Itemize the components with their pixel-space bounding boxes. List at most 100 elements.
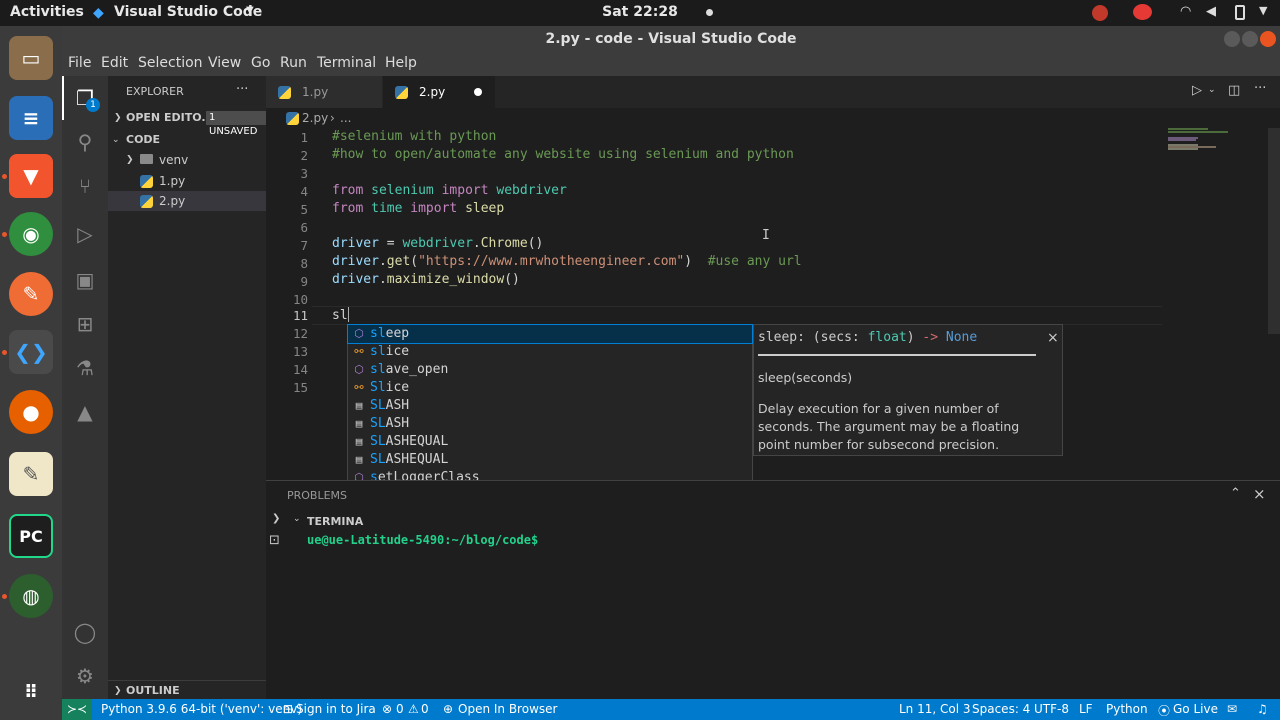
close-icon[interactable]: × [1047, 330, 1059, 346]
mouse-ibeam-icon: I [762, 228, 770, 243]
writer-icon[interactable]: ≡ [9, 96, 53, 140]
show-apps-icon[interactable]: ⠿ [9, 670, 53, 714]
run-debug-icon[interactable]: ▷ [73, 222, 97, 246]
open-editors-section[interactable]: ❯ OPEN EDITO... 1 UNSAVED [108, 108, 266, 137]
menu-edit[interactable]: Edit [101, 55, 128, 71]
unsaved-dot-icon[interactable] [474, 88, 482, 96]
close-panel-icon[interactable]: × [1253, 485, 1266, 503]
suggestion-item[interactable]: ⬡ sleep [347, 324, 753, 344]
python-file-icon [278, 86, 291, 99]
postman-icon[interactable]: ✎ [9, 272, 53, 316]
search-icon[interactable]: ⚲ [73, 130, 97, 154]
python-interpreter[interactable]: Python 3.9.6 64-bit ('venv': venv) [101, 702, 302, 716]
broadcast-icon: ⦿ [1158, 704, 1171, 718]
indentation[interactable]: Spaces: 4 [972, 702, 1030, 716]
code-line-4: from selenium import webdriver [332, 183, 567, 198]
terminal-icon[interactable]: ⊡ [269, 533, 280, 548]
firefox-icon[interactable]: ● [9, 390, 53, 434]
line-number: 2 [300, 148, 308, 163]
open-in-browser[interactable]: Open In Browser [458, 702, 557, 716]
menu-terminal[interactable]: Terminal [317, 55, 376, 71]
run-file-icon[interactable]: ▷ [1192, 83, 1202, 98]
close-window-button[interactable] [1260, 31, 1276, 47]
menu-help[interactable]: Help [385, 55, 417, 71]
suggestion-item[interactable]: ▤ SLASHEQUAL [348, 451, 752, 469]
language-mode[interactable]: Python [1106, 702, 1148, 716]
end-of-line[interactable]: LF [1079, 702, 1093, 716]
jira-sign-in[interactable]: Sign in to Jira [296, 702, 376, 716]
jira-icon[interactable]: ▲ [73, 400, 97, 424]
suggestion-item[interactable]: ⚯ slice [348, 343, 752, 361]
chevron-right-icon[interactable]: ❯ [272, 513, 280, 524]
tab-2py[interactable]: 2.py [383, 76, 495, 108]
tab-problems[interactable]: PROBLEMS [287, 489, 347, 502]
volume-icon[interactable]: ◀ [1206, 4, 1216, 19]
maximize-panel-chevron-icon[interactable]: ⌃ [1230, 486, 1241, 501]
terminal-prompt: ue@ue-Latitude-5490:~/blog/code$ [307, 533, 539, 547]
chevron-down-icon[interactable]: ⌄ [293, 514, 301, 524]
warning-count[interactable]: 0 [421, 702, 429, 716]
suggestion-item[interactable]: ▤ SLASH [348, 415, 752, 433]
menu-run[interactable]: Run [280, 55, 307, 71]
source-control-icon[interactable]: ⑂ [73, 174, 97, 198]
constant-icon: ▤ [355, 399, 363, 412]
divider [758, 354, 1036, 356]
battery-icon[interactable] [1235, 5, 1245, 20]
cursor-position[interactable]: Ln 11, Col 3 [899, 702, 971, 716]
tab-1py[interactable]: 1.py [266, 76, 382, 108]
terminal-section-label[interactable]: TERMINA [307, 515, 363, 528]
outline-section[interactable]: ❯ OUTLINE [108, 680, 266, 700]
chevron-right-icon: ❯ [114, 113, 122, 123]
folder-code-section[interactable]: ⌄ CODE [108, 130, 266, 150]
error-count[interactable]: 0 [396, 702, 404, 716]
chrome-icon[interactable]: ◉ [9, 212, 53, 256]
explorer-header: EXPLORER [126, 85, 184, 98]
pycharm-icon[interactable]: PC [9, 514, 53, 558]
text-editor-icon[interactable]: ✎ [9, 452, 53, 496]
menu-file[interactable]: File [68, 55, 91, 71]
breadcrumb-file[interactable]: 2.py [302, 111, 328, 125]
testing-icon[interactable]: ⚗ [73, 356, 97, 380]
vscode-icon[interactable]: ❮❯ [9, 330, 53, 374]
tree-item-2py[interactable]: 2.py [108, 191, 266, 211]
more-actions-icon[interactable]: ··· [1254, 81, 1266, 96]
files-icon[interactable]: ▭ [9, 36, 53, 80]
tree-item-venv[interactable]: ❯ venv [108, 150, 266, 170]
minimize-button[interactable] [1224, 31, 1240, 47]
python-file-icon [140, 175, 153, 188]
menu-go[interactable]: Go [251, 55, 270, 71]
split-editor-icon[interactable]: ◫ [1228, 83, 1240, 98]
scrollbar[interactable] [1268, 128, 1280, 334]
wifi-icon[interactable]: ◠ [1180, 4, 1191, 19]
suggestion-item[interactable]: ⬡ slave_open [348, 361, 752, 379]
breadcrumb-symbols[interactable]: ... [340, 111, 351, 125]
remote-explorer-icon[interactable]: ▣ [73, 268, 97, 292]
menu-selection[interactable]: Selection [138, 55, 203, 71]
notifications-bell-icon[interactable]: ♫ [1257, 702, 1268, 716]
code-line-1: #selenium with python [332, 129, 497, 144]
record-icon[interactable] [1092, 5, 1108, 21]
maximize-button[interactable] [1242, 31, 1258, 47]
suggestion-item[interactable]: ▤ SLASH [348, 397, 752, 415]
encoding[interactable]: UTF-8 [1034, 702, 1069, 716]
go-live-button[interactable]: Go Live [1173, 702, 1218, 716]
suggestion-item[interactable]: ▤ SLASHEQUAL [348, 433, 752, 451]
more-actions-icon[interactable]: ··· [236, 82, 248, 97]
settings-gear-icon[interactable]: ⚙ [73, 664, 97, 688]
globe-icon[interactable]: ◍ [9, 574, 53, 618]
extensions-icon[interactable]: ⊞ [73, 312, 97, 336]
minimap[interactable] [1168, 128, 1268, 152]
system-menu-chevron-icon[interactable]: ▼ [1259, 4, 1267, 17]
clock[interactable]: Sat 22:28 [0, 4, 1280, 20]
run-dropdown-chevron-icon[interactable]: ⌄ [1208, 85, 1216, 95]
account-icon[interactable]: ◯ [73, 620, 97, 644]
remote-icon[interactable]: ≻≺ [62, 699, 92, 720]
brave-icon[interactable]: ▼ [9, 154, 53, 198]
feedback-icon[interactable]: ✉ [1227, 702, 1237, 716]
folder-icon [140, 154, 153, 164]
menu-view[interactable]: View [208, 55, 241, 71]
tree-item-1py[interactable]: 1.py [108, 171, 266, 191]
chevron-right-icon: ❯ [126, 155, 134, 165]
do-not-disturb-icon[interactable] [1133, 4, 1152, 20]
suggestion-item[interactable]: ⚯ Slice [348, 379, 752, 397]
